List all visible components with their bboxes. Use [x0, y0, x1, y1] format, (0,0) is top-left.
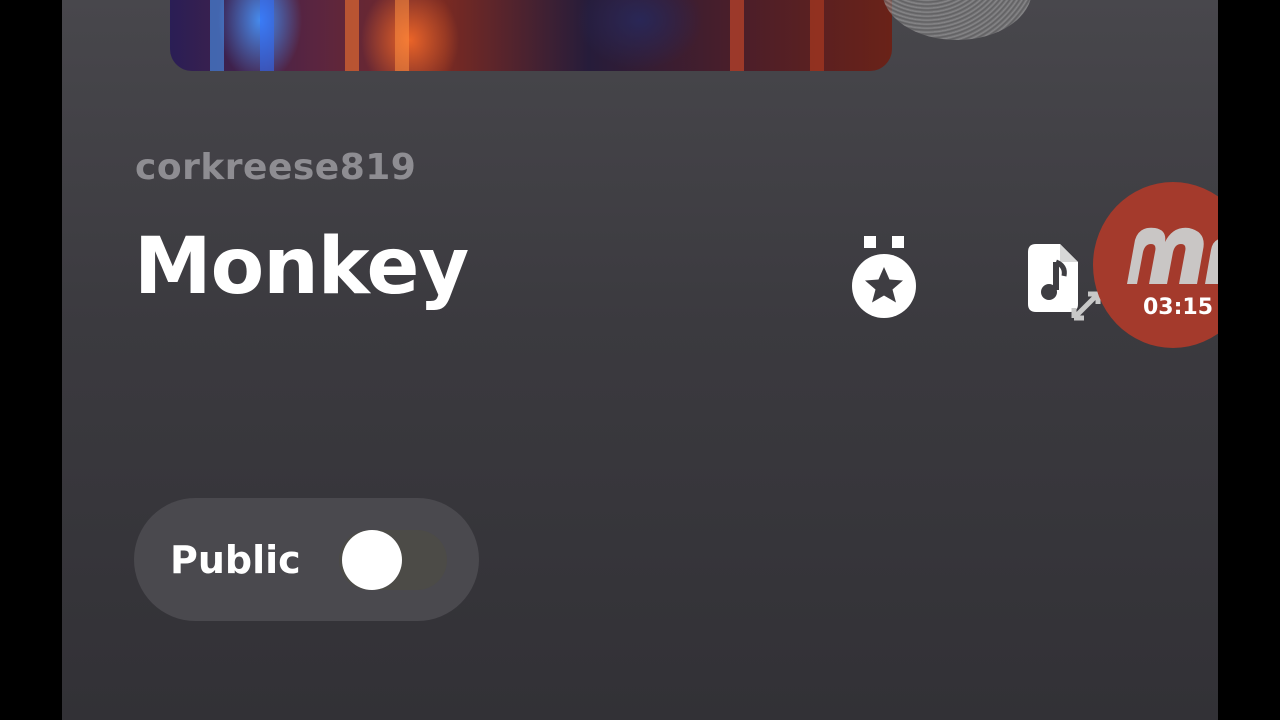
public-label: Public [170, 538, 301, 582]
vinyl-disc-image [882, 0, 1032, 40]
song-title: Monkey [134, 222, 469, 312]
recording-time: 03:15 [1143, 295, 1214, 320]
record-button[interactable]: 03:15 [1093, 182, 1218, 348]
public-toggle[interactable] [339, 530, 447, 590]
m-logo-icon [1127, 227, 1218, 284]
cover-art-image[interactable] [170, 0, 892, 71]
app-screen: corkreese819 Monkey 03:15 Public [62, 0, 1218, 720]
toggle-knob [342, 530, 402, 590]
music-file-expand-icon[interactable] [1016, 238, 1102, 324]
medal-star-icon[interactable] [848, 228, 920, 324]
visibility-control: Public [134, 498, 479, 621]
username-label[interactable]: corkreese819 [135, 147, 416, 188]
